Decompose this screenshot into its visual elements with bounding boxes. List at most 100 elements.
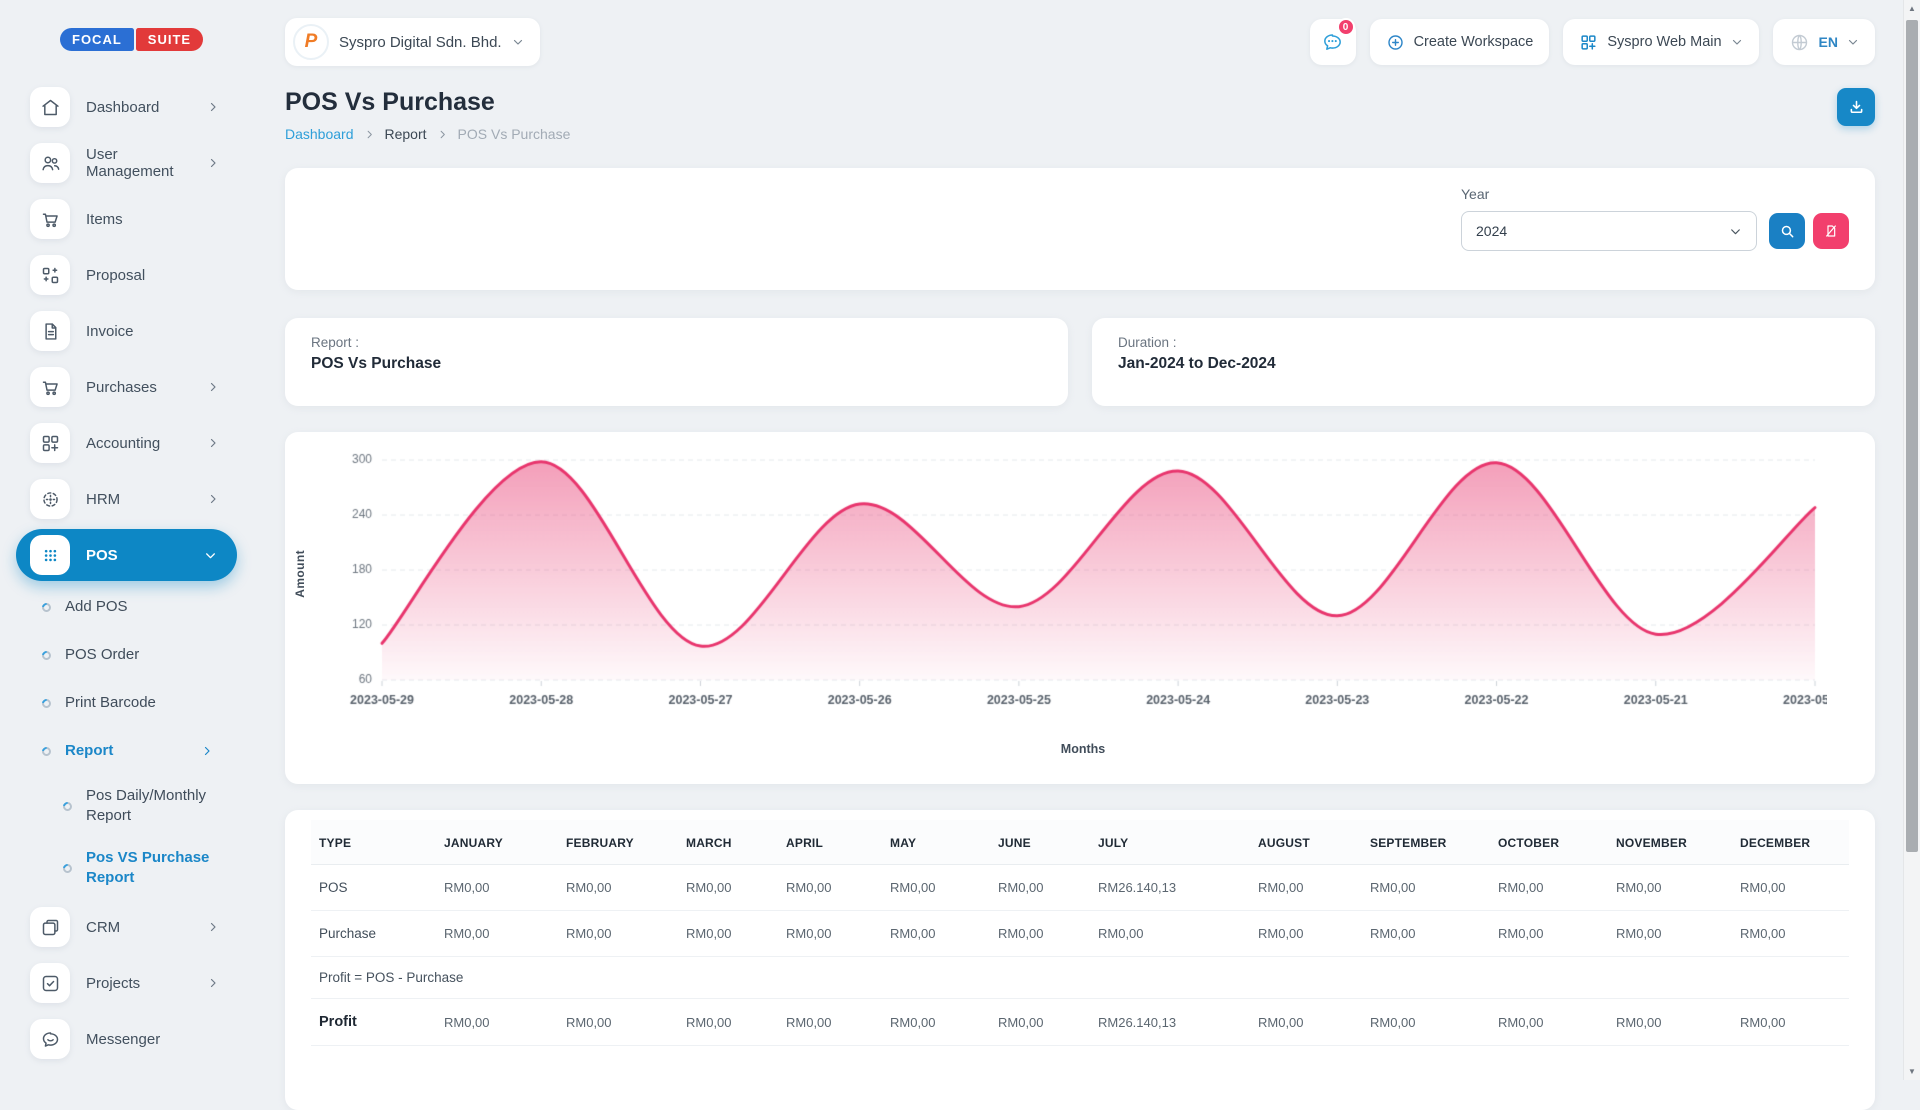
sidebar-item-label: POS — [86, 547, 204, 564]
app-logo[interactable]: FOCAL SUITE — [60, 28, 203, 51]
workspace-selector[interactable]: Syspro Web Main — [1563, 19, 1758, 65]
sidebar-item-pos-vs-purchase-report[interactable]: Pos VS Purchase Report — [30, 837, 245, 899]
sidebar-item-invoice[interactable]: Invoice — [30, 303, 245, 359]
grid-plus-icon — [30, 423, 70, 463]
proposal-icon — [30, 255, 70, 295]
scrollbar-thumb[interactable] — [1906, 20, 1918, 852]
sidebar-item-label: CRM — [86, 919, 207, 936]
sidebar-item-label: Proposal — [86, 267, 219, 284]
plus-circle-icon — [1386, 33, 1405, 52]
chevron-down-icon — [1729, 225, 1742, 238]
company-selector[interactable]: P Syspro Digital Sdn. Bhd. — [285, 18, 540, 66]
chart-y-axis-label: Amount — [293, 550, 307, 598]
sidebar-item-report[interactable]: Report — [30, 727, 245, 775]
sidebar-item-add-pos[interactable]: Add POS — [30, 583, 245, 631]
invoice-icon — [30, 311, 70, 351]
logo-focal: FOCAL — [60, 28, 134, 51]
reset-filter-button[interactable] — [1813, 213, 1849, 249]
chat-icon — [30, 1019, 70, 1059]
year-select[interactable]: 2024 — [1461, 211, 1757, 251]
breadcrumb-report: Report — [385, 126, 427, 142]
table-cell: RM0,00 — [1608, 911, 1732, 957]
sidebar-item-label: POS Order — [65, 645, 139, 665]
sidebar-item-label: Messenger — [86, 1031, 219, 1048]
table-cell: RM0,00 — [1732, 999, 1849, 1046]
sidebar-item-pos[interactable]: POS — [16, 529, 237, 581]
table-cell: RM0,00 — [1608, 865, 1732, 911]
language-selector[interactable]: EN — [1773, 19, 1875, 65]
sidebar-item-pos-order[interactable]: POS Order — [30, 631, 245, 679]
sidebar-item-items[interactable]: Items — [30, 191, 245, 247]
table-cell: RM0,00 — [1250, 999, 1362, 1046]
topbar-actions: 0 Create Workspace Syspro Web Main — [1310, 19, 1875, 65]
messages-badge: 0 — [1337, 18, 1355, 36]
sidebar-item-print-barcode[interactable]: Print Barcode — [30, 679, 245, 727]
breadcrumb-dashboard[interactable]: Dashboard — [285, 126, 354, 142]
clear-filter-icon — [1823, 223, 1839, 239]
search-button[interactable] — [1769, 213, 1805, 249]
column-header: DECEMBER — [1732, 820, 1849, 865]
page-header: POS Vs Purchase Dashboard Report POS Vs … — [285, 88, 1875, 142]
table-cell: RM0,00 — [882, 911, 990, 957]
chevron-right-icon — [364, 129, 375, 140]
chevron-right-icon — [207, 921, 219, 933]
pos-grid-dots-icon — [30, 535, 70, 575]
check-square-icon — [30, 963, 70, 1003]
chevron-down-icon — [1847, 36, 1859, 48]
table-cell: RM0,00 — [1362, 865, 1490, 911]
table-cell: RM0,00 — [1250, 865, 1362, 911]
duration-value: Jan-2024 to Dec-2024 — [1118, 355, 1849, 373]
sidebar-item-pos-daily-monthly-report[interactable]: Pos Daily/Monthly Report — [30, 775, 245, 837]
chevron-right-icon — [207, 977, 219, 989]
table-cell: RM0,00 — [558, 911, 678, 957]
scroll-up-arrow[interactable]: ▲ — [1904, 0, 1920, 17]
table-cell: RM0,00 — [1490, 999, 1608, 1046]
sidebar-item-proposal[interactable]: Proposal — [30, 247, 245, 303]
create-workspace-button[interactable]: Create Workspace — [1370, 19, 1550, 65]
table-cell: RM0,00 — [778, 911, 882, 957]
sidebar-item-dashboard[interactable]: Dashboard — [30, 79, 245, 135]
chevron-down-icon — [204, 549, 217, 562]
table-card: TYPEJANUARYFEBRUARYMARCHAPRILMAYJUNEJULY… — [285, 810, 1875, 1110]
sidebar-item-purchases[interactable]: Purchases — [30, 359, 245, 415]
chevron-right-icon — [207, 381, 219, 393]
sidebar-item-label: Pos Daily/Monthly Report — [86, 786, 228, 827]
sidebar-item-label: Invoice — [86, 323, 219, 340]
column-header: OCTOBER — [1490, 820, 1608, 865]
table-cell: RM0,00 — [990, 999, 1090, 1046]
table-row: PurchaseRM0,00RM0,00RM0,00RM0,00RM0,00RM… — [311, 911, 1849, 957]
column-header: NOVEMBER — [1608, 820, 1732, 865]
sidebar-item-label: Pos VS Purchase Report — [86, 848, 228, 889]
chevron-right-icon — [437, 129, 448, 140]
breadcrumb-current: POS Vs Purchase — [458, 126, 571, 142]
table-cell: RM0,00 — [436, 865, 558, 911]
crm-icon — [30, 907, 70, 947]
table-cell: RM0,00 — [436, 999, 558, 1046]
sidebar-item-user-management[interactable]: User Management — [30, 135, 245, 191]
sidebar-item-projects[interactable]: Projects — [30, 955, 245, 1011]
sidebar-item-label: Dashboard — [86, 99, 207, 116]
summary-cards: Report : POS Vs Purchase Duration : Jan-… — [285, 318, 1875, 406]
sidebar-item-crm[interactable]: CRM — [30, 899, 245, 955]
sidebar-item-messenger[interactable]: Messenger — [30, 1011, 245, 1067]
download-button[interactable] — [1837, 88, 1875, 126]
search-icon — [1779, 223, 1796, 240]
main-content: P Syspro Digital Sdn. Bhd. 0 Create Work… — [245, 0, 1903, 1080]
download-icon — [1847, 98, 1866, 117]
messages-button[interactable]: 0 — [1310, 19, 1356, 65]
scroll-down-arrow[interactable]: ▼ — [1904, 1063, 1920, 1080]
bullet-icon — [40, 697, 53, 710]
table-cell: RM0,00 — [558, 999, 678, 1046]
table-cell: RM0,00 — [1090, 911, 1250, 957]
sidebar-item-label: Add POS — [65, 597, 128, 617]
chevron-right-icon — [207, 101, 219, 113]
vertical-scrollbar[interactable]: ▲ ▼ — [1903, 0, 1920, 1080]
chart-x-axis-label: Months — [305, 742, 1861, 756]
sidebar-item-hrm[interactable]: HRM — [30, 471, 245, 527]
sidebar-item-accounting[interactable]: Accounting — [30, 415, 245, 471]
year-label: Year — [1461, 186, 1849, 202]
chevron-right-icon — [207, 437, 219, 449]
table-cell: RM0,00 — [882, 865, 990, 911]
cart-icon — [30, 199, 70, 239]
bullet-icon — [40, 745, 53, 758]
